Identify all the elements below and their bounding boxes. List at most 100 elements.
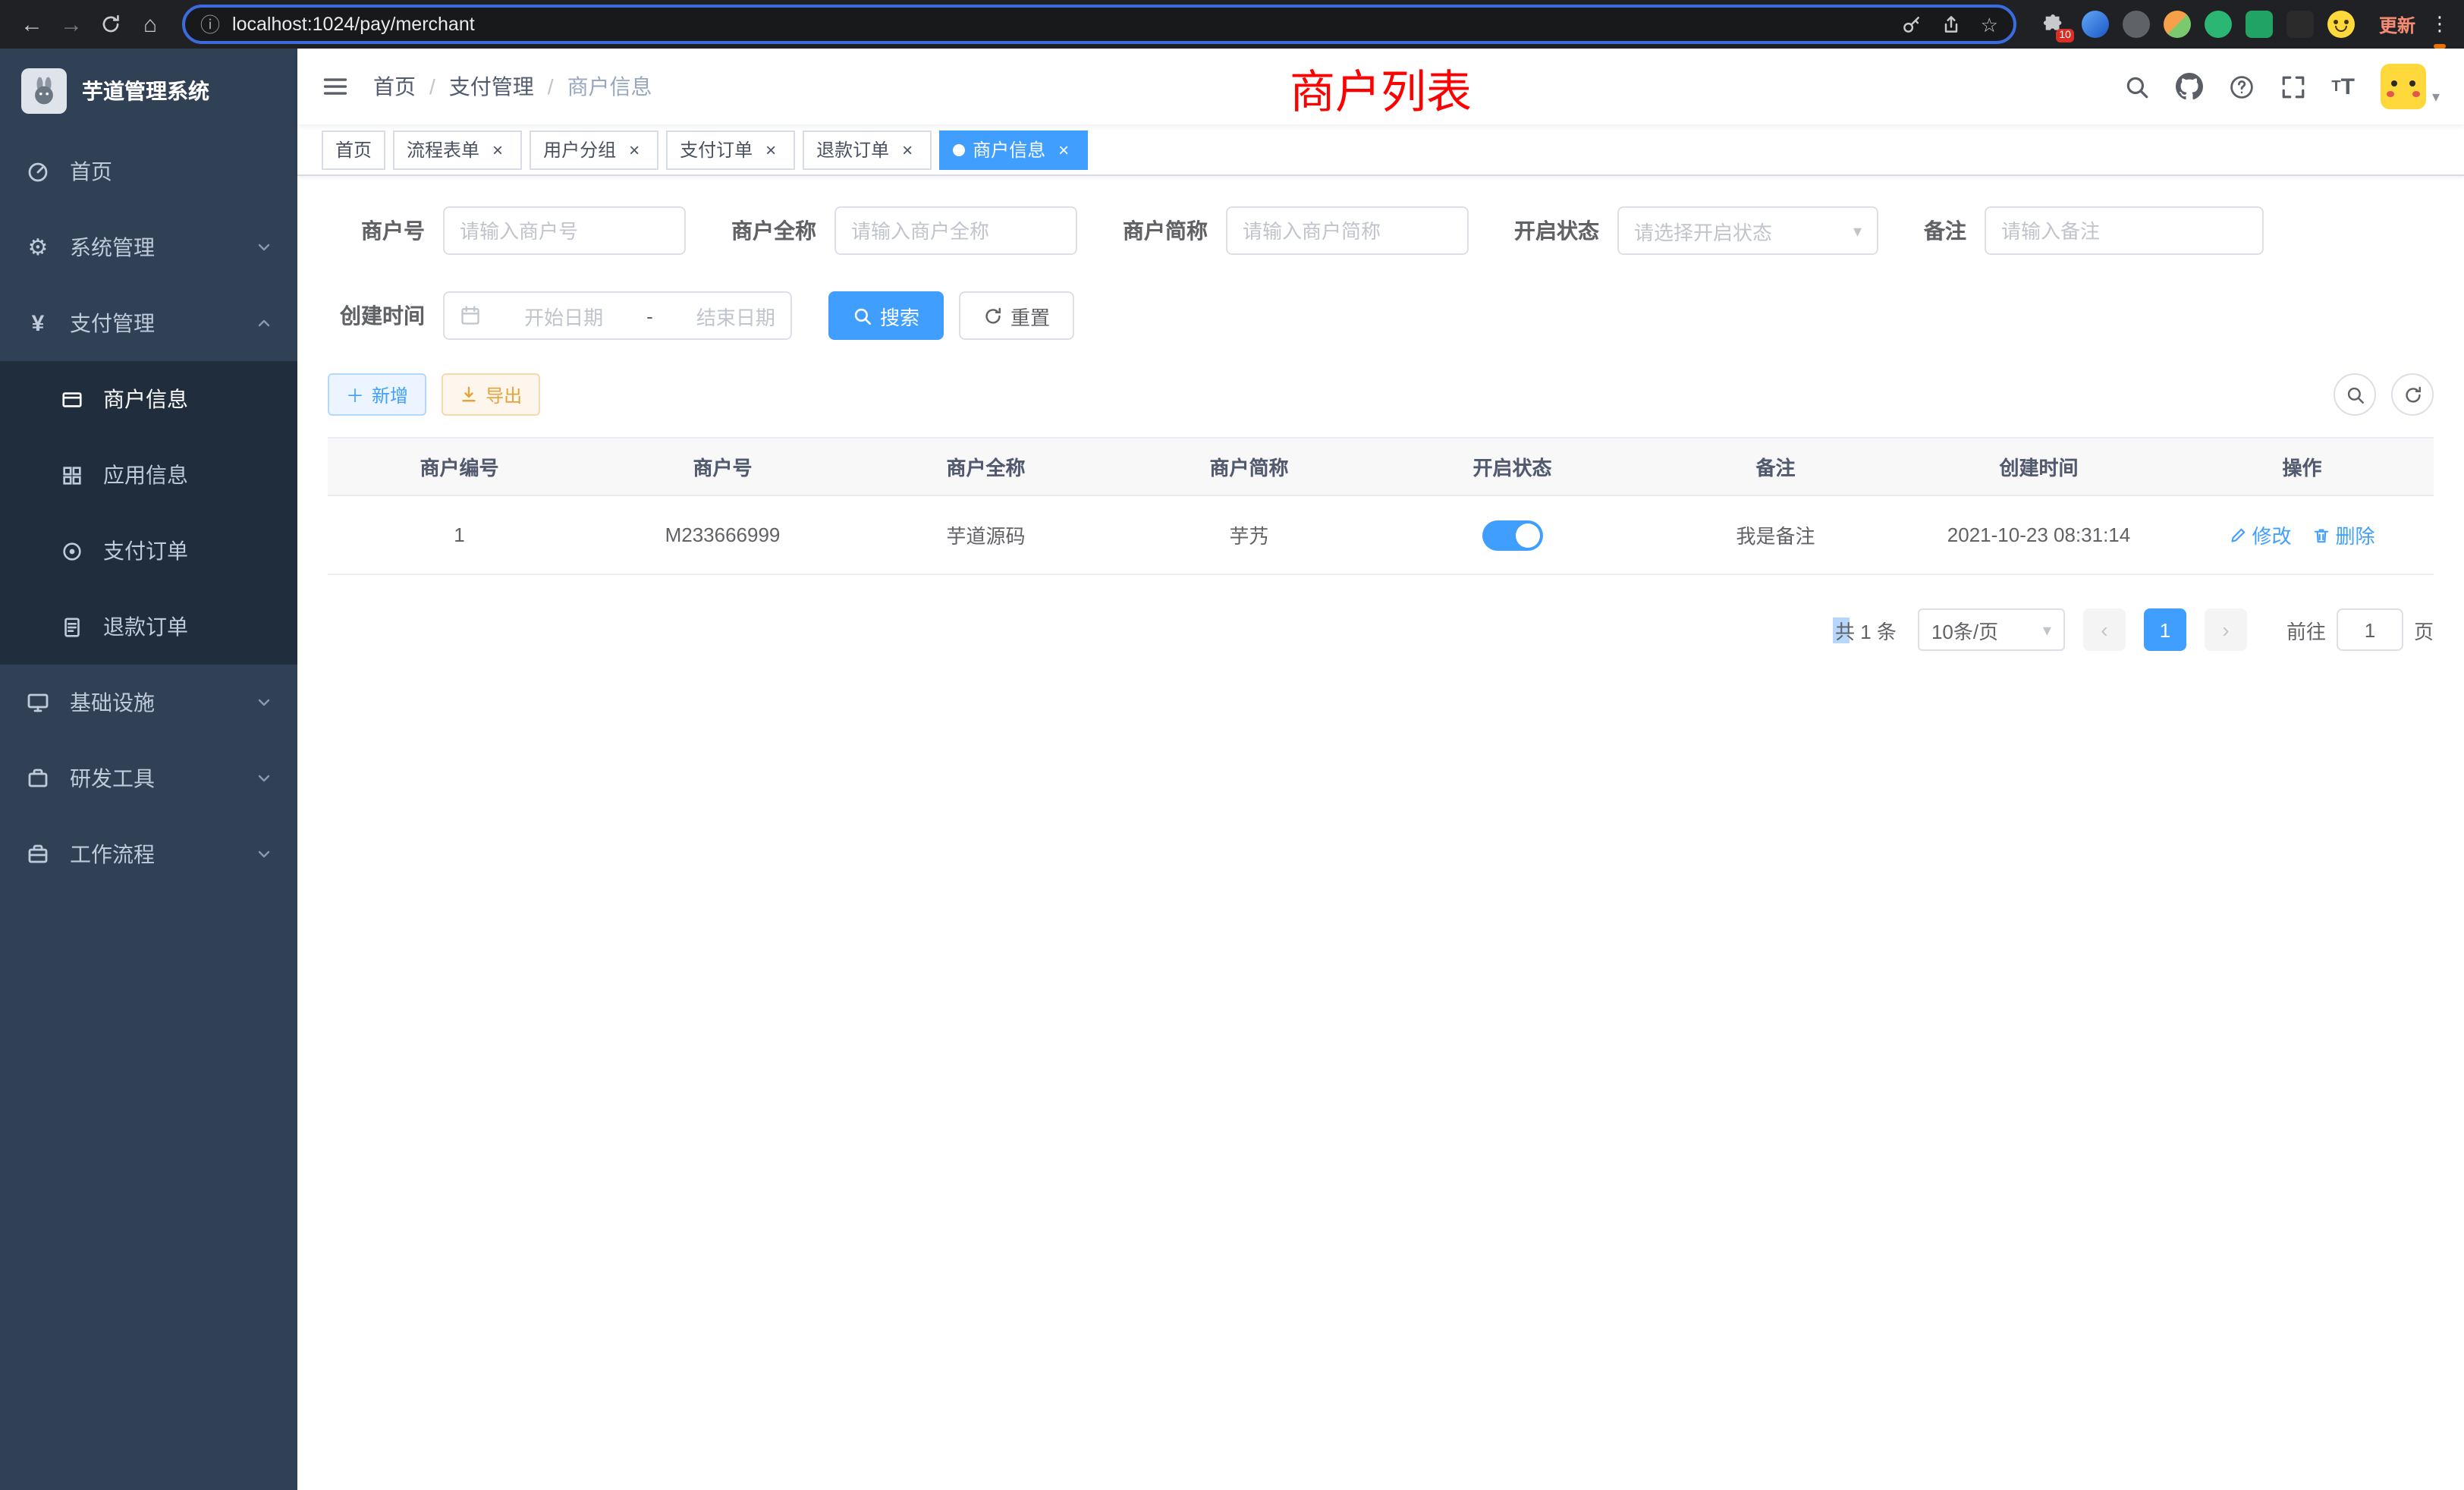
extension-green-circle-icon[interactable] bbox=[2205, 11, 2232, 38]
fullscreen-icon[interactable] bbox=[2280, 74, 2305, 99]
full-name-field[interactable] bbox=[851, 219, 1061, 242]
cell-actions: 修改 删除 bbox=[2170, 495, 2434, 574]
pagination-total: 共 1 条 bbox=[1832, 615, 1897, 644]
logo-avatar bbox=[21, 68, 67, 114]
extension-blue-icon[interactable] bbox=[2082, 11, 2109, 38]
status-toggle[interactable] bbox=[1482, 520, 1543, 550]
target-icon bbox=[58, 539, 85, 562]
yen-icon: ¥ bbox=[24, 310, 52, 336]
chevron-down-icon: ▾ bbox=[1853, 221, 1862, 240]
tab-process-form[interactable]: 流程表单 × bbox=[393, 130, 522, 169]
browser-reload-button[interactable] bbox=[91, 5, 130, 44]
end-date-placeholder[interactable]: 结束日期 bbox=[696, 301, 775, 330]
browser-back-button[interactable]: ← bbox=[12, 5, 52, 44]
page-info-icon[interactable]: ⓘ bbox=[200, 14, 220, 34]
sidebar-item-system[interactable]: ⚙ 系统管理 bbox=[0, 209, 297, 285]
sidebar-logo[interactable]: 芋道管理系统 bbox=[0, 49, 297, 134]
page-size-select[interactable]: 10条/页 ▾ bbox=[1918, 608, 2065, 651]
browser-update-button[interactable]: 更新 bbox=[2379, 11, 2415, 37]
prev-page-button[interactable]: ‹ bbox=[2083, 608, 2126, 651]
help-icon[interactable] bbox=[2228, 74, 2254, 99]
tab-home[interactable]: 首页 bbox=[322, 130, 385, 169]
font-size-icon[interactable]: TT bbox=[2331, 74, 2355, 99]
reset-button[interactable]: 重置 bbox=[959, 291, 1074, 340]
url-text[interactable]: localhost:1024/pay/merchant bbox=[232, 14, 1890, 35]
search-icon[interactable] bbox=[2123, 74, 2149, 99]
hamburger-icon[interactable] bbox=[322, 73, 349, 100]
export-button[interactable]: 导出 bbox=[442, 373, 540, 416]
date-range-picker[interactable]: 开始日期 - 结束日期 bbox=[443, 291, 792, 340]
close-icon[interactable]: × bbox=[897, 139, 918, 160]
browser-home-button[interactable]: ⌂ bbox=[130, 5, 170, 44]
address-bar[interactable]: ⓘ localhost:1024/pay/merchant ☆ bbox=[182, 5, 2016, 44]
sidebar-item-label: 研发工具 bbox=[70, 763, 155, 794]
sidebar-item-home[interactable]: 首页 bbox=[0, 134, 297, 209]
filter-create-time: 创建时间 开始日期 - 结束日期 bbox=[328, 291, 792, 340]
tab-refund-order[interactable]: 退款订单 × bbox=[803, 130, 932, 169]
user-avatar bbox=[2381, 64, 2426, 109]
remark-input[interactable] bbox=[1985, 206, 2264, 255]
toggle-search-button[interactable] bbox=[2334, 373, 2376, 416]
extension-gray-icon[interactable] bbox=[2123, 11, 2150, 38]
download-icon bbox=[460, 385, 478, 404]
caret-down-icon: ▾ bbox=[2432, 90, 2440, 109]
content-area: 商户号 商户全称 商户简称 bbox=[297, 176, 2464, 1490]
cell-remark: 我是备注 bbox=[1644, 495, 1907, 574]
tab-user-group[interactable]: 用户分组 × bbox=[530, 130, 658, 169]
status-select[interactable]: 请选择开启状态 ▾ bbox=[1617, 206, 1878, 255]
cell-full-name: 芋道源码 bbox=[854, 495, 1117, 574]
breadcrumb-payment[interactable]: 支付管理 bbox=[449, 71, 534, 102]
filter-label: 创建时间 bbox=[328, 300, 425, 331]
bookmark-star-icon[interactable]: ☆ bbox=[1981, 14, 1998, 34]
merchant-no-input[interactable] bbox=[443, 206, 686, 255]
merchant-no-field[interactable] bbox=[460, 219, 669, 242]
browser-forward-button[interactable]: → bbox=[52, 5, 91, 44]
short-name-input[interactable] bbox=[1226, 206, 1469, 255]
start-date-placeholder[interactable]: 开始日期 bbox=[524, 301, 603, 330]
page-1-button[interactable]: 1 bbox=[2144, 608, 2186, 651]
filter-remark: 备注 bbox=[1924, 206, 2264, 255]
tab-pay-order[interactable]: 支付订单 × bbox=[666, 130, 795, 169]
breadcrumb-home[interactable]: 首页 bbox=[373, 71, 416, 102]
delete-link[interactable]: 删除 bbox=[2313, 520, 2375, 549]
col-create-time: 创建时间 bbox=[1907, 438, 2170, 495]
github-icon[interactable] bbox=[2175, 73, 2202, 100]
extension-smiley-icon[interactable] bbox=[2327, 11, 2355, 38]
tab-merchant-info[interactable]: 商户信息 × bbox=[939, 130, 1088, 169]
short-name-field[interactable] bbox=[1243, 219, 1452, 242]
sidebar-item-dev-tools[interactable]: 研发工具 bbox=[0, 740, 297, 816]
share-icon[interactable] bbox=[1941, 14, 1963, 35]
full-name-input[interactable] bbox=[834, 206, 1077, 255]
refresh-table-button[interactable] bbox=[2391, 373, 2434, 416]
close-icon[interactable]: × bbox=[487, 139, 508, 160]
add-button[interactable]: ＋ 新增 bbox=[328, 373, 426, 416]
remark-field[interactable] bbox=[2001, 219, 2247, 242]
sidebar-item-pay-order[interactable]: 支付订单 bbox=[0, 513, 297, 589]
next-page-button[interactable]: › bbox=[2205, 608, 2247, 651]
sidebar-item-app-info[interactable]: 应用信息 bbox=[0, 437, 297, 513]
close-icon[interactable]: × bbox=[760, 139, 781, 160]
extensions-puzzle-icon[interactable]: 10 bbox=[2041, 11, 2068, 38]
goto-page-input[interactable] bbox=[2337, 608, 2403, 651]
search-button[interactable]: 搜索 bbox=[828, 291, 944, 340]
sidebar-item-merchant-info[interactable]: 商户信息 bbox=[0, 361, 297, 437]
extension-avatar-icon[interactable] bbox=[2164, 11, 2191, 38]
extension-green-doc-icon[interactable] bbox=[2246, 11, 2273, 38]
close-icon[interactable]: × bbox=[624, 139, 645, 160]
refresh-icon bbox=[2403, 385, 2422, 404]
password-key-icon[interactable] bbox=[1902, 14, 1923, 35]
extension-pin-icon[interactable] bbox=[2286, 11, 2314, 38]
browser-menu-icon[interactable]: ⋮ bbox=[2428, 12, 2452, 36]
chevron-down-icon bbox=[255, 238, 273, 256]
edit-link[interactable]: 修改 bbox=[2229, 520, 2291, 549]
sidebar-item-workflow[interactable]: 工作流程 bbox=[0, 816, 297, 892]
user-menu[interactable]: ▾ bbox=[2381, 64, 2440, 109]
search-icon bbox=[853, 306, 872, 325]
sidebar-item-payment[interactable]: ¥ 支付管理 bbox=[0, 285, 297, 361]
cell-merchant-id: 1 bbox=[328, 495, 591, 574]
sidebar-item-refund-order[interactable]: 退款订单 bbox=[0, 589, 297, 665]
sidebar-item-infrastructure[interactable]: 基础设施 bbox=[0, 665, 297, 740]
select-placeholder: 请选择开启状态 bbox=[1634, 216, 1772, 245]
chevron-up-icon bbox=[255, 314, 273, 332]
close-icon[interactable]: × bbox=[1053, 139, 1074, 160]
